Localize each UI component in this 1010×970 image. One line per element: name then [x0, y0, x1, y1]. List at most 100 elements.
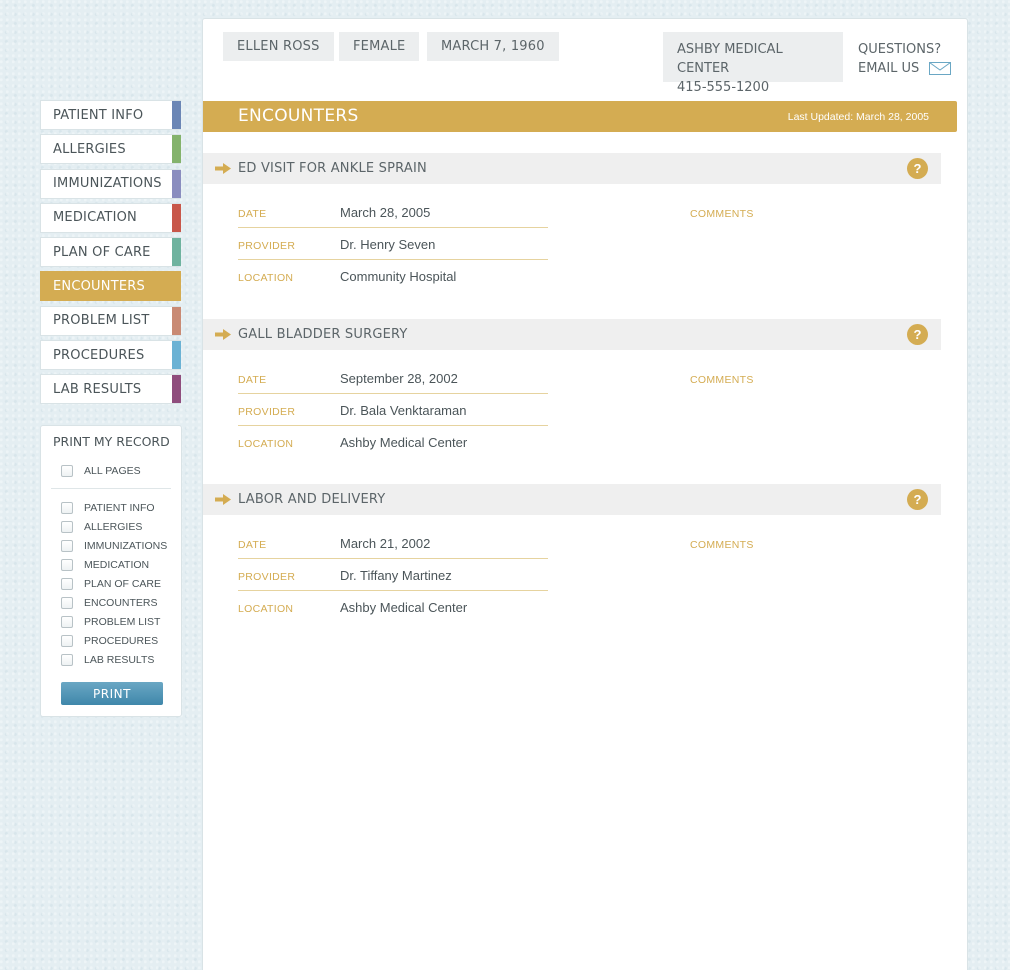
- divider: [51, 488, 171, 489]
- date-label: DATE: [238, 539, 267, 551]
- print-option-checkbox[interactable]: IMMUNIZATIONS: [61, 540, 167, 552]
- color-tab: [172, 238, 181, 267]
- encounter-header[interactable]: GALL BLADDER SURGERY ?: [203, 318, 941, 350]
- location-label: LOCATION: [238, 272, 294, 284]
- comments-label: COMMENTS: [690, 373, 754, 386]
- sidebar-item-encounters[interactable]: ENCOUNTERS: [40, 271, 181, 302]
- sidebar-item-lab-results[interactable]: LAB RESULTS: [40, 374, 181, 405]
- color-tab: [172, 341, 181, 370]
- encounter-title: ED VISIT FOR ANKLE SPRAIN: [238, 161, 427, 176]
- provider-row: PROVIDER Dr. Bala Venktaraman: [238, 394, 548, 426]
- checkbox-icon[interactable]: [61, 540, 73, 552]
- arrow-right-icon: [215, 328, 231, 340]
- provider-label: PROVIDER: [238, 240, 296, 252]
- checkbox-label: PLAN OF CARE: [84, 578, 162, 590]
- print-record-panel: PRINT MY RECORD ALL PAGES PATIENT INFO AL…: [40, 425, 182, 717]
- page-title: ENCOUNTERS: [238, 106, 359, 126]
- sidebar-item-medication[interactable]: MEDICATION: [40, 202, 181, 233]
- print-button[interactable]: PRINT: [61, 682, 163, 705]
- date-value: September 28, 2002: [340, 370, 458, 386]
- envelope-icon: [929, 62, 952, 75]
- date-row: DATE September 28, 2002: [238, 362, 548, 394]
- checkbox-label: PATIENT INFO: [84, 502, 155, 514]
- provider-row: PROVIDER Dr. Tiffany Martinez: [238, 559, 548, 591]
- provider-row: PROVIDER Dr. Henry Seven: [238, 228, 548, 260]
- help-icon[interactable]: ?: [907, 323, 928, 345]
- print-option-checkbox[interactable]: ALLERGIES: [61, 521, 142, 533]
- checkbox-label: ALLERGIES: [84, 521, 143, 533]
- date-label: DATE: [238, 373, 267, 386]
- checkbox-icon[interactable]: [61, 578, 73, 590]
- sidebar-item-label: LAB RESULTS: [53, 381, 142, 397]
- patient-dob: MARCH 7, 1960: [427, 32, 559, 61]
- comments-label: COMMENTS: [690, 539, 754, 551]
- patient-sex: FEMALE: [339, 32, 420, 61]
- encounter-title: LABOR AND DELIVERY: [238, 492, 386, 507]
- checkbox-label: ALL PAGES: [84, 465, 141, 477]
- facility-name: ASHBY MEDICAL CENTER: [677, 42, 783, 76]
- sidebar-item-immunizations[interactable]: IMMUNIZATIONS: [40, 168, 181, 199]
- arrow-right-icon: [215, 494, 231, 505]
- checkbox-label: ENCOUNTERS: [84, 597, 158, 609]
- help-icon[interactable]: ?: [907, 489, 928, 510]
- location-row: LOCATION Ashby Medical Center: [238, 591, 548, 623]
- print-record-title: PRINT MY RECORD: [53, 434, 170, 449]
- checkbox-icon[interactable]: [61, 654, 73, 666]
- help-icon[interactable]: ?: [907, 158, 928, 179]
- sidebar-item-label: PROBLEM LIST: [53, 313, 150, 329]
- email-us-link[interactable]: EMAIL US: [858, 59, 952, 78]
- location-label: LOCATION: [238, 437, 294, 450]
- encounter-card: ED VISIT FOR ANKLE SPRAIN ? DATE March 2…: [203, 153, 941, 284]
- location-row: LOCATION Community Hospital: [238, 260, 548, 292]
- location-value: Ashby Medical Center: [340, 434, 468, 450]
- color-tab: [172, 135, 181, 164]
- checkbox-icon[interactable]: [61, 465, 73, 477]
- provider-value: Dr. Bala Venktaraman: [340, 402, 467, 418]
- sidebar-item-procedures[interactable]: PROCEDURES: [40, 340, 181, 371]
- sidebar-item-label: MEDICATION: [53, 210, 137, 226]
- print-option-checkbox[interactable]: PLAN OF CARE: [61, 578, 161, 590]
- provider-label: PROVIDER: [238, 405, 296, 418]
- print-option-checkbox[interactable]: ENCOUNTERS: [61, 597, 158, 609]
- location-label: LOCATION: [238, 603, 294, 615]
- comments-label: COMMENTS: [690, 208, 754, 220]
- checkbox-icon[interactable]: [61, 635, 73, 647]
- print-all-pages-checkbox[interactable]: ALL PAGES: [61, 465, 141, 477]
- sidebar-item-allergies[interactable]: ALLERGIES: [40, 134, 181, 165]
- color-tab: [172, 375, 181, 404]
- encounter-title: GALL BLADDER SURGERY: [238, 326, 408, 342]
- date-value: March 21, 2002: [340, 536, 431, 551]
- print-option-checkbox[interactable]: PROCEDURES: [61, 635, 158, 647]
- sidebar-item-label: PLAN OF CARE: [53, 244, 151, 260]
- checkbox-label: LAB RESULTS: [84, 654, 155, 666]
- location-value: Ashby Medical Center: [340, 600, 468, 615]
- checkbox-icon[interactable]: [61, 597, 73, 609]
- checkbox-icon[interactable]: [61, 559, 73, 571]
- sidebar-item-patient-info[interactable]: PATIENT INFO: [40, 100, 181, 130]
- print-option-checkbox[interactable]: PATIENT INFO: [61, 502, 155, 514]
- facility-info: ASHBY MEDICAL CENTER 415-555-1200: [663, 32, 843, 95]
- encounter-header[interactable]: LABOR AND DELIVERY ?: [203, 484, 941, 515]
- sidebar-item-label: PROCEDURES: [53, 347, 145, 363]
- questions-label: QUESTIONS?: [858, 42, 942, 57]
- arrow-right-icon: [215, 163, 231, 174]
- color-tab: [172, 169, 181, 198]
- sidebar-item-problem-list[interactable]: PROBLEM LIST: [40, 305, 181, 336]
- facility-phone: 415-555-1200: [677, 80, 770, 95]
- sidebar-item-label: ALLERGIES: [53, 141, 126, 157]
- print-option-checkbox[interactable]: MEDICATION: [61, 559, 149, 571]
- contact-block: QUESTIONS? EMAIL US: [858, 40, 952, 78]
- print-option-checkbox[interactable]: PROBLEM LIST: [61, 616, 160, 628]
- checkbox-label: IMMUNIZATIONS: [84, 540, 168, 552]
- print-option-checkbox[interactable]: LAB RESULTS: [61, 654, 154, 666]
- sidebar-item-plan-of-care[interactable]: PLAN OF CARE: [40, 237, 181, 268]
- encounter-card: GALL BLADDER SURGERY ? DATE September 28…: [203, 318, 941, 450]
- color-tab: [172, 306, 181, 335]
- location-row: LOCATION Ashby Medical Center: [238, 426, 548, 458]
- sidebar-item-label: IMMUNIZATIONS: [53, 176, 162, 192]
- checkbox-icon[interactable]: [61, 616, 73, 628]
- sidebar-item-label: ENCOUNTERS: [53, 278, 145, 294]
- encounter-header[interactable]: ED VISIT FOR ANKLE SPRAIN ?: [203, 153, 941, 184]
- checkbox-icon[interactable]: [61, 521, 73, 533]
- checkbox-icon[interactable]: [61, 502, 73, 514]
